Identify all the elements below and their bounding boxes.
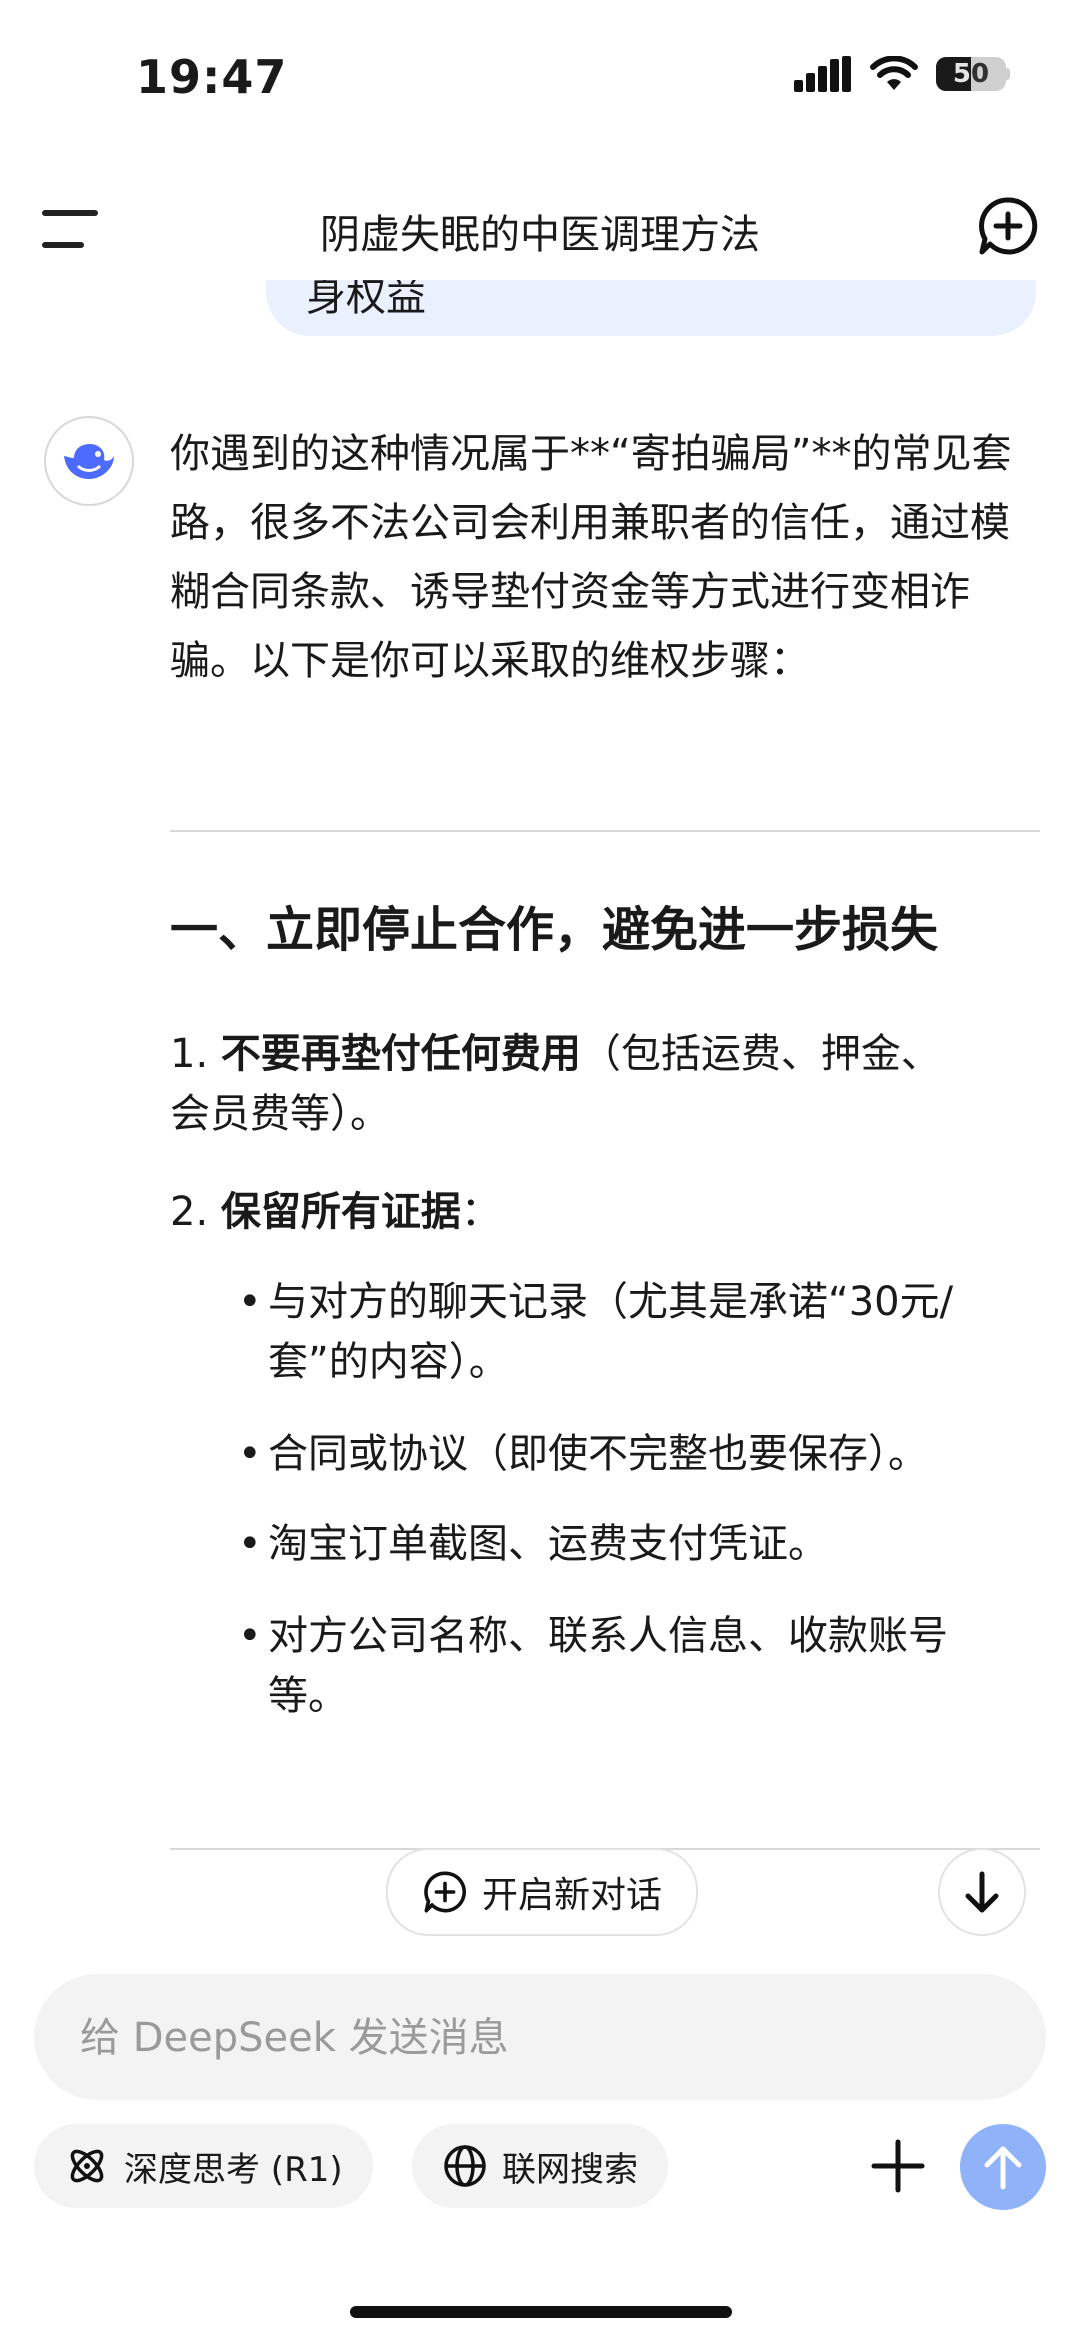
- bullet-text: 合同或协议（即使不完整也要保存）。: [268, 1431, 928, 1477]
- top-bar: 阴虚失眠的中医调理方法: [0, 180, 1080, 280]
- status-icons: 50: [794, 56, 1010, 92]
- add-attachment-button[interactable]: [868, 2136, 928, 2196]
- battery-icon: 50: [936, 57, 1010, 91]
- page-title: 阴虚失眠的中医调理方法: [320, 212, 760, 258]
- new-chat-label: 开启新对话: [481, 1875, 662, 1916]
- list-number: 2.: [170, 1189, 209, 1235]
- web-search-label: 联网搜索: [502, 2149, 638, 2190]
- battery-level: 50: [952, 59, 990, 89]
- list-number: 1.: [170, 1031, 209, 1077]
- divider: [170, 830, 1040, 832]
- globe-icon: [444, 2145, 486, 2187]
- deepseek-whale-icon: [64, 444, 114, 480]
- new-chat-icon[interactable]: [976, 194, 1040, 258]
- list-item: 1. 不要再垫付任何费用（包括运费、押金、会员费等）。: [170, 1024, 970, 1144]
- bullet-dot: •: [238, 1279, 262, 1325]
- web-search-toggle[interactable]: 联网搜索: [412, 2124, 668, 2208]
- list-item-bold: 保留所有证据: [220, 1189, 461, 1235]
- list-item-text: ：: [460, 1189, 501, 1235]
- cellular-signal-icon: [794, 56, 851, 92]
- section-heading: 一、立即停止合作，避免进一步损失: [170, 902, 939, 958]
- wifi-icon: [870, 56, 918, 90]
- bullet-text: 与对方的聊天记录（尤其是承诺“30元/套”的内容）。: [268, 1279, 954, 1385]
- message-input[interactable]: [78, 1974, 982, 2102]
- home-indicator: [350, 2306, 732, 2318]
- bullet-item: • 淘宝订单截图、运费支付凭证。: [238, 1514, 1018, 1574]
- bullet-dot: •: [238, 1613, 262, 1659]
- assistant-message: 你遇到的这种情况属于**“寄拍骗局”**的常见套路，很多不法公司会利用兼职者的信…: [170, 420, 1040, 696]
- bullet-item: • 与对方的聊天记录（尤其是承诺“30元/套”的内容）。: [238, 1272, 1018, 1392]
- list-item-bold: 不要再垫付任何费用: [220, 1031, 581, 1077]
- bullet-dot: •: [238, 1521, 262, 1567]
- menu-icon: [42, 210, 98, 216]
- new-chat-icon: [424, 1871, 466, 1913]
- deep-think-toggle[interactable]: 深度思考 (R1): [34, 2124, 373, 2208]
- bullet-item: • 对方公司名称、联系人信息、收款账号等。: [238, 1606, 1018, 1726]
- new-chat-button[interactable]: 开启新对话: [386, 1848, 698, 1936]
- bullet-item: • 合同或协议（即使不完整也要保存）。: [238, 1424, 1018, 1484]
- message-input-box[interactable]: [34, 1974, 1046, 2102]
- arrow-up-icon: [984, 2146, 1022, 2190]
- bullet-text: 淘宝订单截图、运费支付凭证。: [268, 1521, 828, 1567]
- deep-think-label: 深度思考 (R1): [124, 2149, 343, 2190]
- send-button[interactable]: [960, 2124, 1046, 2210]
- bullet-text: 对方公司名称、联系人信息、收款账号等。: [268, 1613, 948, 1719]
- assistant-avatar: [44, 416, 134, 506]
- status-time: 19:47: [136, 50, 288, 104]
- scroll-to-bottom-button[interactable]: [938, 1848, 1026, 1936]
- assistant-intro: 你遇到的这种情况属于**“寄拍骗局”**的常见套路，很多不法公司会利用兼职者的信…: [170, 431, 1012, 684]
- bullet-dot: •: [238, 1431, 262, 1477]
- atom-icon: [70, 2149, 104, 2183]
- menu-button[interactable]: [42, 206, 98, 254]
- list-item: 2. 保留所有证据：: [170, 1182, 970, 1242]
- arrow-down-icon: [965, 1871, 999, 1913]
